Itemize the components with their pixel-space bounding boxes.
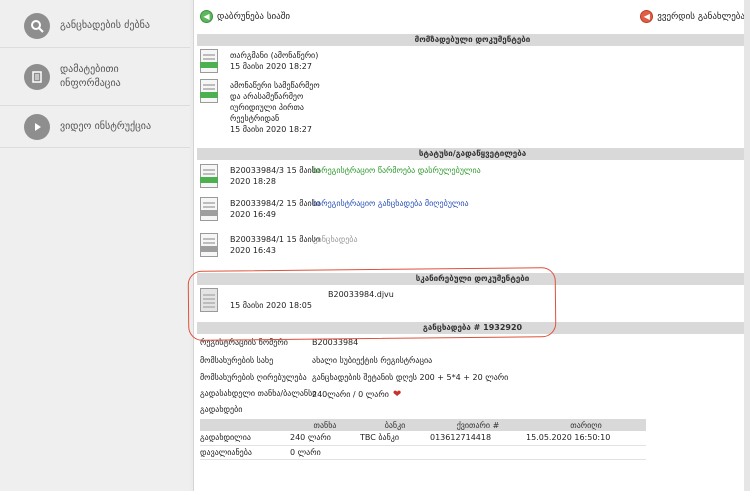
table-cell: 240 ლარი [290,431,360,446]
document-date: 15 მაისი 2020 18:27 [230,62,312,71]
table-cell: 15.05.2020 16:50:10 [526,431,646,446]
sidebar-item-info[interactable]: დამატებითი ინფორმაცია [0,48,190,106]
table-cell: გადახდილია [200,431,290,446]
sidebar-item-label: ვიდეო ინსტრუქცია [60,120,152,132]
status-link: განცხადება [313,235,358,244]
document-title[interactable]: იურიდიული პირთა [230,102,320,113]
table-cell: 013612714418 [430,431,526,446]
info-label: მომსახურების ღირებულება [200,373,307,382]
arrow-left-icon: ◀ [200,10,213,23]
sidebar: განცხადების ძებნა დამატებითი ინფორმაცია … [0,0,190,491]
document-title[interactable]: რეესტრიდან [230,113,320,124]
sidebar-item-label: განცხადების ძებნა [60,19,150,31]
table-cell: TBC ბანკი [360,431,430,446]
column-header: ქვითარი # [430,419,526,431]
section-header-submitted: მომზადებული დოკუმენტები [197,34,748,46]
column-header: ბანკი [360,419,430,431]
search-icon [24,12,50,39]
status-code: B20033984/1 [230,235,284,244]
table-cell [430,445,526,460]
status-code: B20033984/3 [230,166,284,175]
service-cost: განცხადების შეტანის დღეს 200 + 5*4 + 20 … [312,373,509,382]
status-time: 2020 16:43 [230,246,276,255]
document-title[interactable]: ამონაწერი სამეწარმეო [230,80,320,91]
pdf-document-icon [200,79,218,103]
section-header-status: სტატუსი/გადაწყვეტილება [197,148,748,160]
document-icon [24,63,50,90]
toolbar: ◀ დაბრუნება სიაში ◀ ვვერდის განახლება [194,8,750,26]
column-header: თარიღი [526,419,646,431]
refresh-label: ვვერდის განახლება [657,11,745,22]
payments-table: თანხა ბანკი ქვითარი # თარიღი გადახდილია … [200,419,646,460]
scrollbar[interactable] [744,0,750,491]
sidebar-item-label: დამატებითი ინფორმაცია [60,63,121,89]
registration-number: B20033984 [312,338,359,347]
column-header [200,419,290,431]
table-cell [360,445,430,460]
table-row: დავალიანება 0 ლარი [200,445,646,460]
status-time: 2020 18:28 [230,177,276,186]
application-panel: ◀ დაბრუნება სიაში ◀ ვვერდის განახლება მო… [193,0,750,491]
back-label: დაბრუნება სიაში [217,11,291,22]
info-label: მომსახურების სახე [200,356,274,365]
document-title[interactable]: თარგმანი (ამონაწერი) [230,50,318,61]
payments-label: გადახდები [200,405,243,414]
section-header-scanned: სკანირებული დოკუმენტები [197,273,748,285]
refresh-icon: ◀ [640,10,654,23]
table-cell: დავალიანება [200,445,290,460]
column-header: თანხა [290,419,360,431]
table-header-row: თანხა ბანკი ქვითარი # თარიღი [200,419,646,431]
status-time: 2020 16:49 [230,210,276,219]
heart-icon: ❤ [392,389,402,400]
status-link[interactable]: სარეგისტრაციო განცხადება მიღებულია [313,198,469,209]
table-cell [526,445,646,460]
info-label: გადასახდელი თანხა/ბალანსი [200,389,317,398]
sidebar-item-search[interactable]: განცხადების ძებნა [0,4,190,48]
table-cell: 0 ლარი [290,445,360,460]
document-icon[interactable] [200,197,218,221]
refresh-button[interactable]: ◀ ვვერდის განახლება [640,10,745,23]
document-title[interactable]: და არასამეწარმეო [230,91,320,102]
info-label: რეგისტრაციის ნომერი [200,338,288,347]
status-link[interactable]: სარეგისტრაციო წარმოება დასრულებულია [313,165,481,176]
balance: 240ლარი / 0 ლარი ❤ [312,389,401,400]
pdf-document-icon [200,49,218,73]
scanned-document-icon [200,288,218,312]
section-header-application: განცხადება # 1932920 [197,322,748,334]
play-icon [24,113,50,140]
document-icon[interactable] [200,233,218,257]
sidebar-item-video[interactable]: ვიდეო ინსტრუქცია [0,106,190,148]
back-to-list-button[interactable]: ◀ დაბრუნება სიაში [200,10,290,23]
balance-value: 240ლარი / 0 ლარი [312,390,389,399]
service-type: ახალი სუბიექტის რეგისტრაცია [312,356,433,365]
scanned-file-name[interactable]: B20033984.djvu [328,289,394,300]
document-date: 15 მაისი 2020 18:27 [230,125,312,134]
pdf-document-icon[interactable] [200,164,218,188]
table-row: გადახდილია 240 ლარი TBC ბანკი 0136127144… [200,431,646,446]
status-code: B20033984/2 [230,199,284,208]
scanned-date: 15 მაისი 2020 18:05 [230,301,312,310]
